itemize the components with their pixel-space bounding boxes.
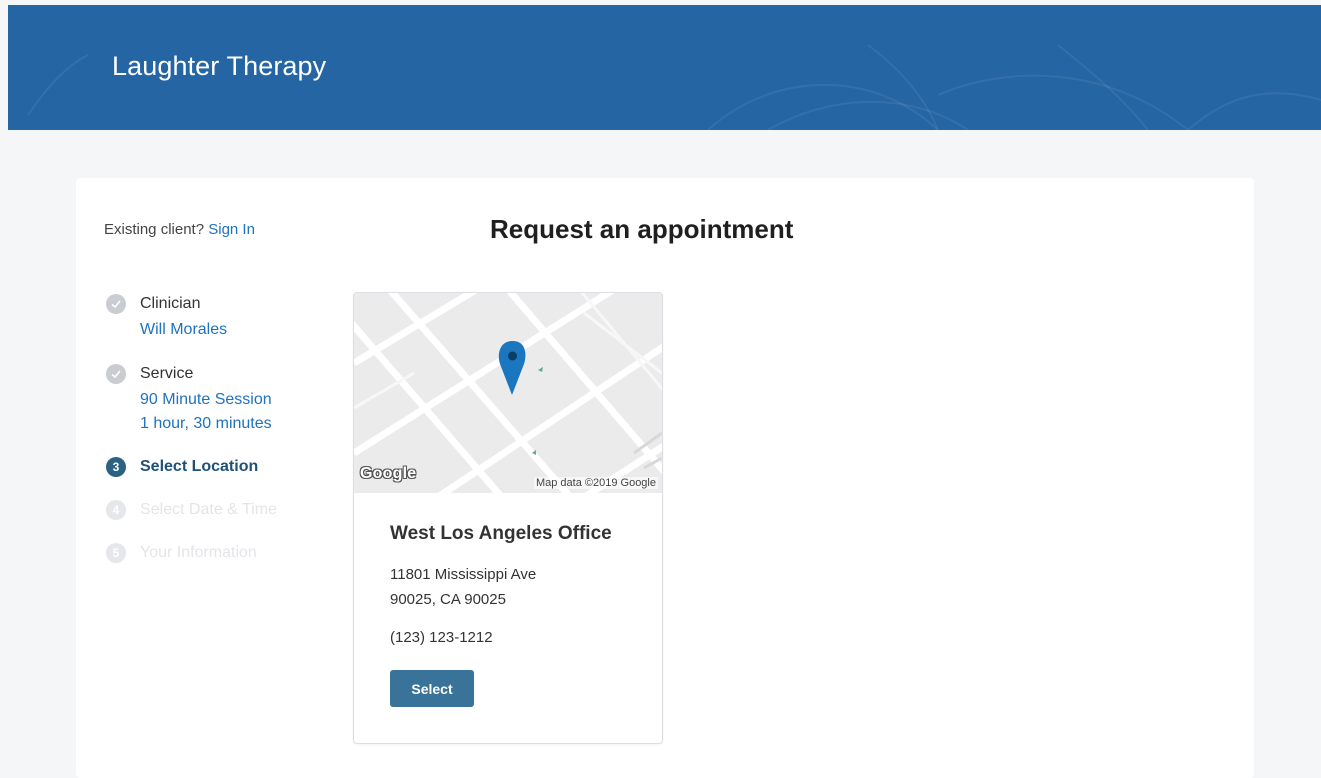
google-logo[interactable]: Google [360, 465, 416, 483]
map-attribution[interactable]: Map data ©2019 Google [533, 477, 658, 489]
practice-name: Laughter Therapy [112, 51, 327, 81]
office-phone: (123) 123-1212 [390, 629, 493, 646]
step-number-badge: 3 [106, 457, 126, 477]
step-label: Clinician [140, 295, 201, 312]
header-bar: Laughter Therapy [8, 5, 1321, 130]
map-streets [354, 293, 662, 493]
check-icon [106, 364, 126, 384]
check-icon [106, 294, 126, 314]
sign-in-link[interactable]: Sign In [208, 221, 255, 238]
existing-client-prompt: Existing client? Sign In [104, 221, 255, 238]
step-label: Select Location [140, 458, 259, 475]
booking-card: Existing client? Sign In Request an appo… [76, 178, 1254, 778]
step-label: Your Information [140, 544, 257, 561]
step-detail[interactable]: Will Morales [140, 320, 227, 340]
location-map[interactable]: Google Map data ©2019 Google [354, 293, 662, 493]
step-detail[interactable]: 90 Minute Session [140, 390, 272, 410]
office-name: West Los Angeles Office [390, 523, 612, 544]
address-line-1: 11801 Mississippi Ave [390, 566, 537, 583]
page-title: Request an appointment [490, 214, 794, 244]
step-label: Select Date & Time [140, 501, 277, 518]
step-detail[interactable]: 1 hour, 30 minutes [140, 414, 272, 434]
location-card: Google Map data ©2019 Google West Los An… [353, 292, 663, 744]
step-number-badge: 5 [106, 543, 126, 563]
address-line-2: 90025, CA 90025 [390, 591, 506, 608]
select-location-button[interactable]: Select [390, 670, 474, 707]
step-number-badge: 4 [106, 500, 126, 520]
step-label: Service [140, 365, 194, 382]
existing-client-text: Existing client? [104, 221, 205, 238]
